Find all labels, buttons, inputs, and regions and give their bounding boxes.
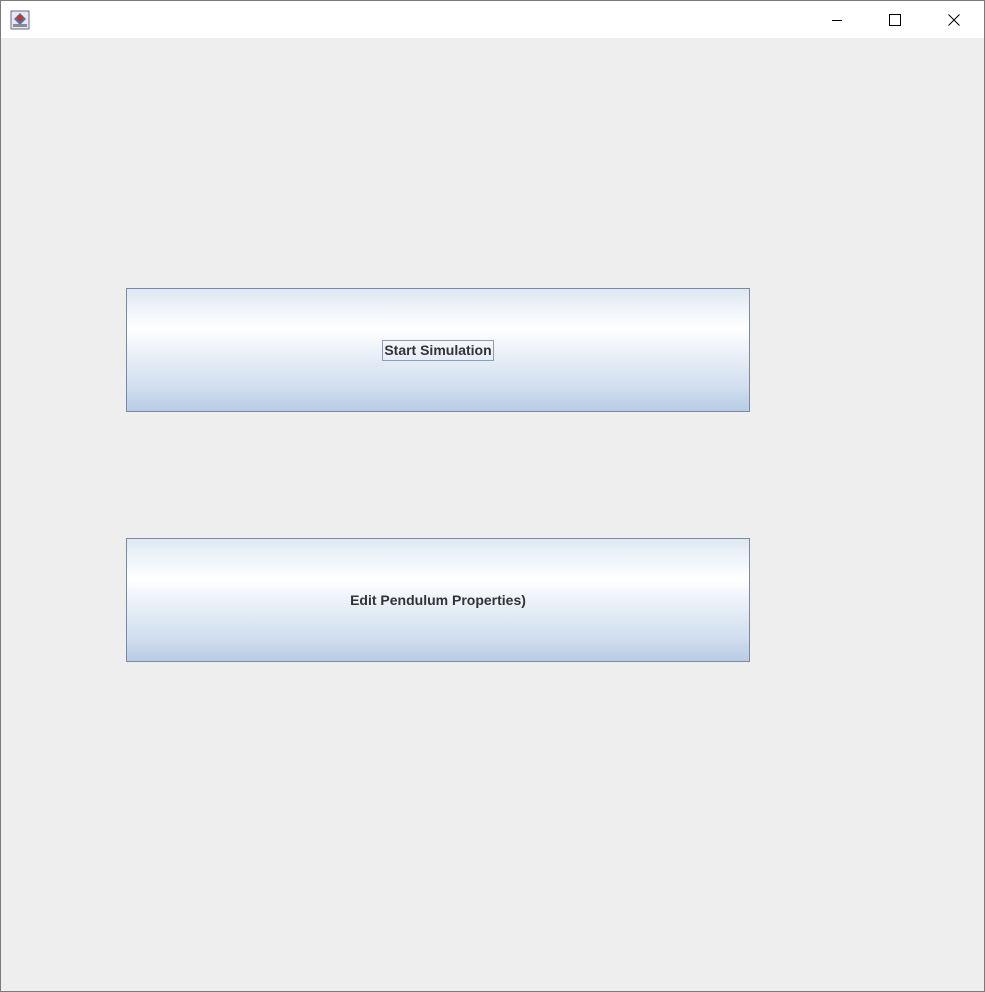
maximize-button[interactable] bbox=[866, 1, 924, 38]
close-button[interactable] bbox=[925, 1, 983, 38]
content-pane: Start Simulation Edit Pendulum Propertie… bbox=[1, 38, 984, 991]
start-simulation-label: Start Simulation bbox=[382, 339, 494, 361]
edit-pendulum-properties-label: Edit Pendulum Properties) bbox=[350, 591, 526, 608]
java-app-icon[interactable] bbox=[10, 10, 30, 30]
minimize-button[interactable] bbox=[808, 1, 866, 38]
minimize-icon bbox=[832, 19, 842, 21]
edit-pendulum-properties-button[interactable]: Edit Pendulum Properties) bbox=[126, 538, 750, 662]
start-simulation-button[interactable]: Start Simulation bbox=[126, 288, 750, 412]
maximize-icon bbox=[889, 13, 901, 26]
app-window: Start Simulation Edit Pendulum Propertie… bbox=[0, 0, 985, 992]
close-icon bbox=[948, 13, 960, 26]
title-bar[interactable] bbox=[1, 1, 984, 38]
